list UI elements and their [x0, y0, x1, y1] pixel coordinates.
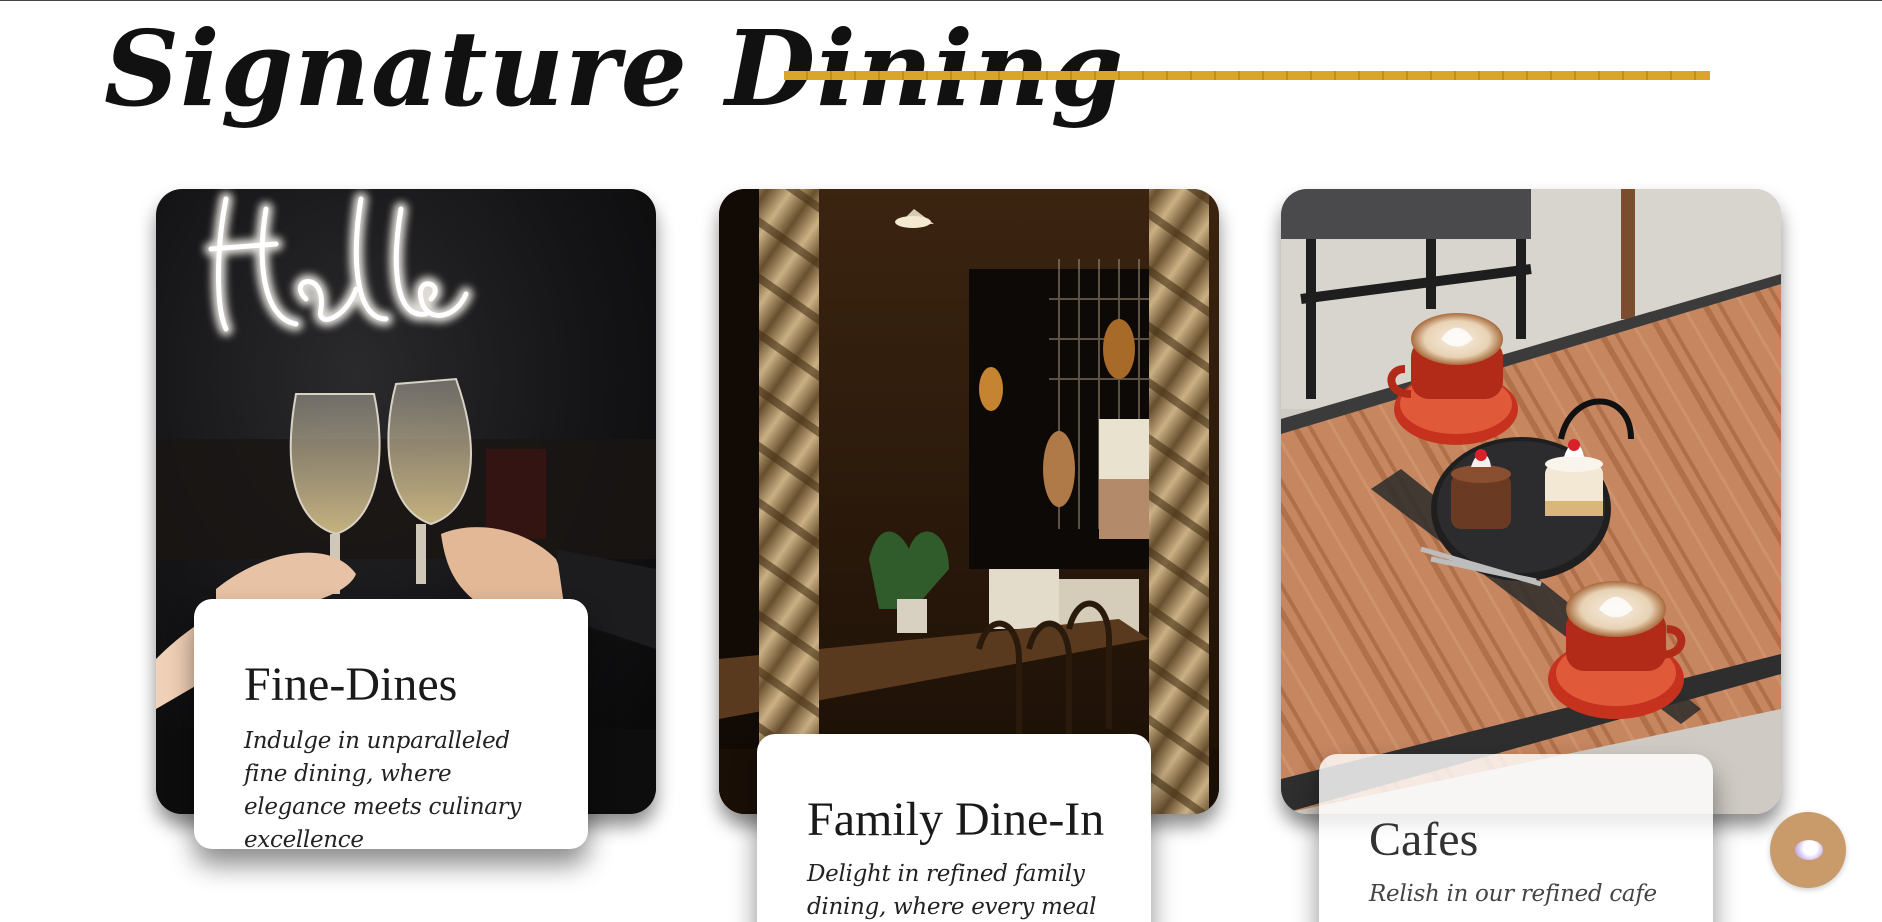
dining-card-fine-dines[interactable]: Fine-Dines Indulge in unparalleled fine … — [156, 189, 656, 853]
chat-button[interactable] — [1770, 812, 1846, 888]
fine-dines-info-panel: Fine-Dines Indulge in unparalleled fine … — [194, 599, 588, 853]
cafes-image — [1281, 189, 1781, 814]
chat-bubble-icon — [1795, 840, 1823, 860]
page-title: Signature Dining — [104, 7, 1125, 130]
cafes-description: Relish in our refined cafe — [1369, 881, 1657, 907]
fine-dines-title: Fine-Dines — [244, 658, 458, 711]
title-accent-rule — [784, 71, 1710, 80]
family-dine-in-description: Delight in refined family dining, where … — [807, 861, 1097, 920]
family-dine-in-info-panel: Family Dine-In Delight in refined family… — [757, 734, 1151, 922]
dining-card-cafes[interactable]: Cafes Relish in our refined cafe — [1281, 189, 1781, 922]
cafes-info-panel: Cafes Relish in our refined cafe — [1319, 754, 1713, 922]
cafes-title: Cafes — [1369, 813, 1479, 866]
family-dine-in-image — [719, 189, 1219, 814]
fine-dines-description: Indulge in unparalleled fine dining, whe… — [244, 728, 522, 853]
dining-card-family-dine-in[interactable]: Family Dine-In Delight in refined family… — [719, 189, 1219, 922]
family-dine-in-title: Family Dine-In — [807, 793, 1105, 846]
